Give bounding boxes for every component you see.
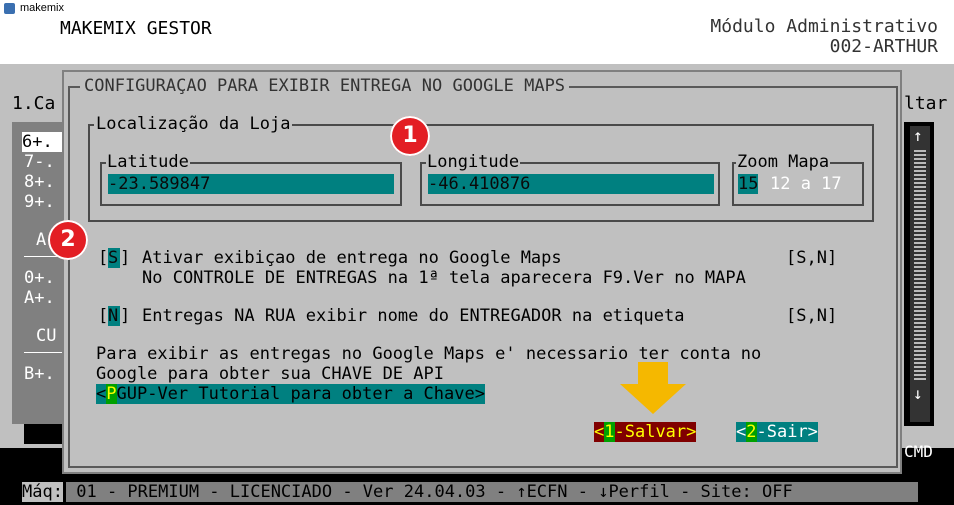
option1-note: No CONTROLE DE ENTREGAS na 1ª tela apare… xyxy=(142,268,746,288)
scroll-up-icon[interactable]: ↑ xyxy=(913,126,923,145)
scrollbar-thumb[interactable] xyxy=(914,150,926,382)
longitude-input[interactable]: -46.410876 xyxy=(428,174,714,194)
status-text: 01 - PREMIUM - LICENCIADO - Ver 24.04.03… xyxy=(66,482,918,502)
scroll-down-icon[interactable]: ↓ xyxy=(913,384,923,403)
status-label: Máq: xyxy=(22,482,63,502)
longitude-label: Longitude xyxy=(426,152,521,172)
window-titlebar: makemix xyxy=(0,0,954,18)
submenu-item[interactable]: 9+. xyxy=(24,192,55,212)
menu-item-right[interactable]: ltar xyxy=(904,94,947,114)
annotation-badge-1: 1 xyxy=(390,116,430,156)
module-name: Módulo Administrativo xyxy=(710,18,938,37)
option1-bracket-right: ] xyxy=(120,248,131,268)
submenu-item[interactable]: 8+. xyxy=(24,172,55,192)
submenu-item[interactable]: 0+. xyxy=(24,268,55,288)
submenu-item[interactable]: B+. xyxy=(24,364,55,384)
option1-choices: [S,N] xyxy=(786,248,838,268)
submenu-item[interactable]: A xyxy=(36,230,46,250)
annotation-badge-2: 2 xyxy=(48,220,88,260)
exit-label: -Sair> xyxy=(756,422,818,442)
latitude-input[interactable]: -23.589847 xyxy=(108,174,394,194)
submenu-item[interactable]: 6+. xyxy=(22,132,64,152)
console-screen: MAKEMIX GESTOR Módulo Administrativo 002… xyxy=(0,18,954,505)
google-maps-config-dialog: CONFIGURAÇAO PARA EXIBIR ENTREGA NO GOOG… xyxy=(62,70,902,474)
option1-label: Ativar exibiçao de entrega no Google Map… xyxy=(142,248,562,268)
tutorial-pre: < xyxy=(96,384,107,404)
option1-input[interactable]: S xyxy=(108,248,120,268)
exit-pre: < xyxy=(736,422,747,442)
info-line-2: Google para obter sua CHAVE DE API xyxy=(96,364,444,384)
tutorial-hotkey: P xyxy=(106,384,117,404)
option1-bracket-left: [ xyxy=(98,248,109,268)
submenu-item[interactable]: A+. xyxy=(24,288,55,308)
info-line-1: Para exibir as entregas no Google Maps e… xyxy=(96,344,762,364)
option2-bracket-left: [ xyxy=(98,306,109,326)
zoom-range: 12 a 17 xyxy=(770,174,842,194)
window-title: makemix xyxy=(20,2,65,14)
save-button[interactable]: <1-Salvar> xyxy=(594,422,697,442)
exit-button[interactable]: <2-Sair> xyxy=(736,422,818,442)
zoom-label: Zoom Mapa xyxy=(736,152,831,172)
submenu-divider xyxy=(24,352,64,353)
zoom-input[interactable]: 15 xyxy=(738,174,758,194)
submenu-item[interactable]: 7-. xyxy=(24,152,55,172)
save-hotkey: 1 xyxy=(604,422,615,442)
menu-item-cadastro[interactable]: 1.Ca xyxy=(12,94,55,114)
tutorial-link[interactable]: <PGUP-Ver Tutorial para obter a Chave> xyxy=(96,384,485,404)
exit-hotkey: 2 xyxy=(746,422,757,442)
save-label: -Salvar> xyxy=(614,422,697,442)
app-name: MAKEMIX GESTOR xyxy=(60,18,212,39)
option2-bracket-right: ] xyxy=(120,306,131,326)
location-group-label: Localização da Loja xyxy=(94,114,293,134)
option2-label: Entregas NA RUA exibir nome do ENTREGADO… xyxy=(142,306,685,326)
arrow-down-icon xyxy=(620,362,686,414)
cmd-label: CMD xyxy=(904,442,933,461)
current-user: 002-ARTHUR xyxy=(829,36,938,57)
save-pre: < xyxy=(594,422,605,442)
tutorial-text: GUP-Ver Tutorial para obter a Chave> xyxy=(116,384,485,404)
dialog-title: CONFIGURAÇAO PARA EXIBIR ENTREGA NO GOOG… xyxy=(80,76,570,96)
submenu-item[interactable]: CU xyxy=(36,326,56,346)
option2-choices: [S,N] xyxy=(786,306,838,326)
option2-input[interactable]: N xyxy=(108,306,120,326)
latitude-label: Latitude xyxy=(106,152,190,172)
makemix-app-icon xyxy=(4,3,15,14)
